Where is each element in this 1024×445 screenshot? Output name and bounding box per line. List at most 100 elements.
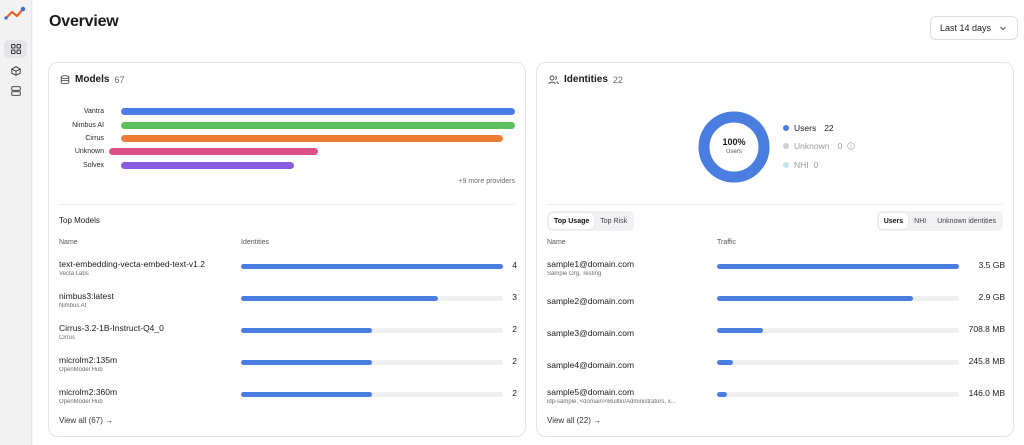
column-header-name: Name (547, 239, 566, 246)
row-bar-fill (241, 328, 372, 333)
row-bar-track (717, 392, 959, 397)
tab-top-usage[interactable]: Top Usage (549, 213, 595, 229)
donut-caption: Users (726, 149, 742, 155)
provider-label: Vantra (83, 108, 104, 115)
provider-bar-row: Vantra (49, 107, 527, 117)
provider-bar-row: Unknown (49, 147, 527, 157)
legend-unknown-label: Unknown (794, 141, 830, 151)
top-models-title: Top Models (59, 216, 100, 225)
table-row[interactable]: sample5@domain.com idp-sample, <domain>\B… (537, 387, 1015, 413)
row-name: Cirrus-3.2-1B-Instruct-Q4_0 (59, 323, 164, 333)
row-name: sample3@domain.com (547, 328, 635, 338)
view-all-models-link[interactable]: View all (67) → (59, 416, 113, 425)
sidebar-item-infrastructure[interactable] (4, 82, 27, 100)
column-header-traffic: Traffic (717, 239, 737, 246)
row-bar-track (241, 296, 503, 301)
row-value: 2.9 GB (978, 292, 1005, 302)
tab-unknown-identities[interactable]: Unknown identities (932, 213, 1001, 229)
row-name: nimbus3:latest (59, 291, 114, 301)
row-name: sample2@domain.com (547, 296, 635, 306)
usage-risk-toggle: Top Usage Top Risk (547, 211, 635, 231)
legend-users: Users 22 (783, 123, 834, 133)
legend-nhi: NHI 0 (783, 160, 818, 170)
row-bar-fill (241, 296, 438, 301)
row-name: sample5@domain.com (547, 387, 635, 397)
row-subtitle: OpenModel Hub (59, 399, 103, 405)
row-subtitle: Cirrus (59, 335, 75, 341)
chevron-down-icon (1000, 26, 1006, 31)
column-header-name: Name (59, 239, 78, 246)
view-all-identities-link[interactable]: View all (22) → (547, 416, 601, 425)
app-logo[interactable] (4, 6, 26, 22)
provider-bar[interactable] (121, 122, 515, 129)
row-value: 3.5 GB (978, 260, 1005, 270)
row-bar-track (241, 328, 503, 333)
legend-users-label: Users (794, 123, 817, 133)
row-value: 146.0 MB (968, 388, 1005, 398)
date-range-label: Last 14 days (940, 23, 992, 33)
provider-bar-row: Cirrus (49, 134, 527, 144)
table-row[interactable]: text-embedding-vecta-embed-text-v1.2 Vect… (49, 259, 527, 285)
row-bar-track (717, 360, 959, 365)
identities-card: Identities 22 100% Users Users 22 Unknow… (536, 62, 1014, 437)
legend-dot-unknown (783, 143, 789, 149)
sidebar (0, 0, 32, 445)
donut-center-label: 100% Users (698, 137, 770, 155)
tab-nhi[interactable]: NHI (909, 213, 931, 229)
table-row[interactable]: sample1@domain.com Sample Org, Testing 3.5… (537, 259, 1015, 285)
provider-bar[interactable] (109, 148, 318, 155)
page-title: Overview (49, 13, 119, 30)
row-bar-track (717, 328, 959, 333)
info-icon[interactable] (847, 142, 855, 150)
row-name: text-embedding-vecta-embed-text-v1.2 (59, 259, 205, 269)
models-card: Models 67 Vantra Nimbus AI Cirrus Unknown So… (48, 62, 526, 437)
row-bar-fill (717, 296, 913, 301)
models-count: 67 (114, 74, 125, 85)
row-value: 2 (512, 356, 517, 366)
models-card-header: Models 67 (60, 74, 124, 85)
legend-unknown: Unknown 0 (783, 141, 855, 151)
provider-bar[interactable] (121, 162, 294, 169)
sidebar-item-models[interactable] (4, 62, 27, 80)
table-row[interactable]: Cirrus-3.2-1B-Instruct-Q4_0 Cirrus 2 (49, 323, 527, 349)
row-value: 708.8 MB (968, 324, 1005, 334)
table-row[interactable]: nimbus3:latest Nimbus AI 3 (49, 291, 527, 317)
identity-type-toggle: Users NHI Unknown identities (876, 211, 1003, 231)
provider-label: Unknown (74, 148, 104, 155)
legend-dot-users (783, 125, 789, 131)
provider-label: Nimbus AI (72, 122, 104, 129)
legend-nhi-value: 0 (813, 160, 819, 170)
row-value: 4 (512, 260, 517, 270)
provider-bar-row: Solvex (49, 161, 527, 171)
tab-top-risk[interactable]: Top Risk (595, 213, 632, 229)
row-value: 2 (512, 388, 517, 398)
sidebar-item-overview[interactable] (4, 40, 27, 58)
divider (59, 204, 515, 205)
table-row[interactable]: sample3@domain.com 708.8 MB (537, 323, 1015, 349)
row-value: 2 (512, 324, 517, 334)
date-range-select[interactable]: Last 14 days (930, 16, 1018, 40)
row-bar-track (717, 296, 959, 301)
identities-title: Identities (564, 74, 608, 85)
provider-bar[interactable] (121, 135, 503, 142)
tab-users[interactable]: Users (878, 213, 909, 229)
table-row[interactable]: sample2@domain.com 2.9 GB (537, 291, 1015, 317)
users-icon (548, 75, 559, 84)
server-icon (10, 86, 21, 96)
row-bar-fill (717, 264, 959, 269)
row-name: microlm2:135m (59, 355, 118, 365)
row-subtitle: Nimbus AI (59, 303, 87, 309)
legend-dot-nhi (783, 162, 789, 168)
column-header-identities: Identities (241, 239, 270, 246)
row-subtitle: OpenModel Hub (59, 367, 103, 373)
row-subtitle: Vecta Labs (59, 271, 89, 277)
table-row[interactable]: microlm2:135m OpenModel Hub 2 (49, 355, 527, 381)
table-row[interactable]: sample4@domain.com 245.8 MB (537, 355, 1015, 381)
cube-icon (10, 66, 21, 76)
more-providers-link[interactable]: +9 more providers (458, 178, 515, 185)
divider (547, 204, 1003, 205)
row-bar-fill (241, 360, 372, 365)
table-row[interactable]: microlm2:360m OpenModel Hub 2 (49, 387, 527, 413)
legend-nhi-label: NHI (794, 160, 809, 170)
provider-bar[interactable] (121, 108, 515, 115)
